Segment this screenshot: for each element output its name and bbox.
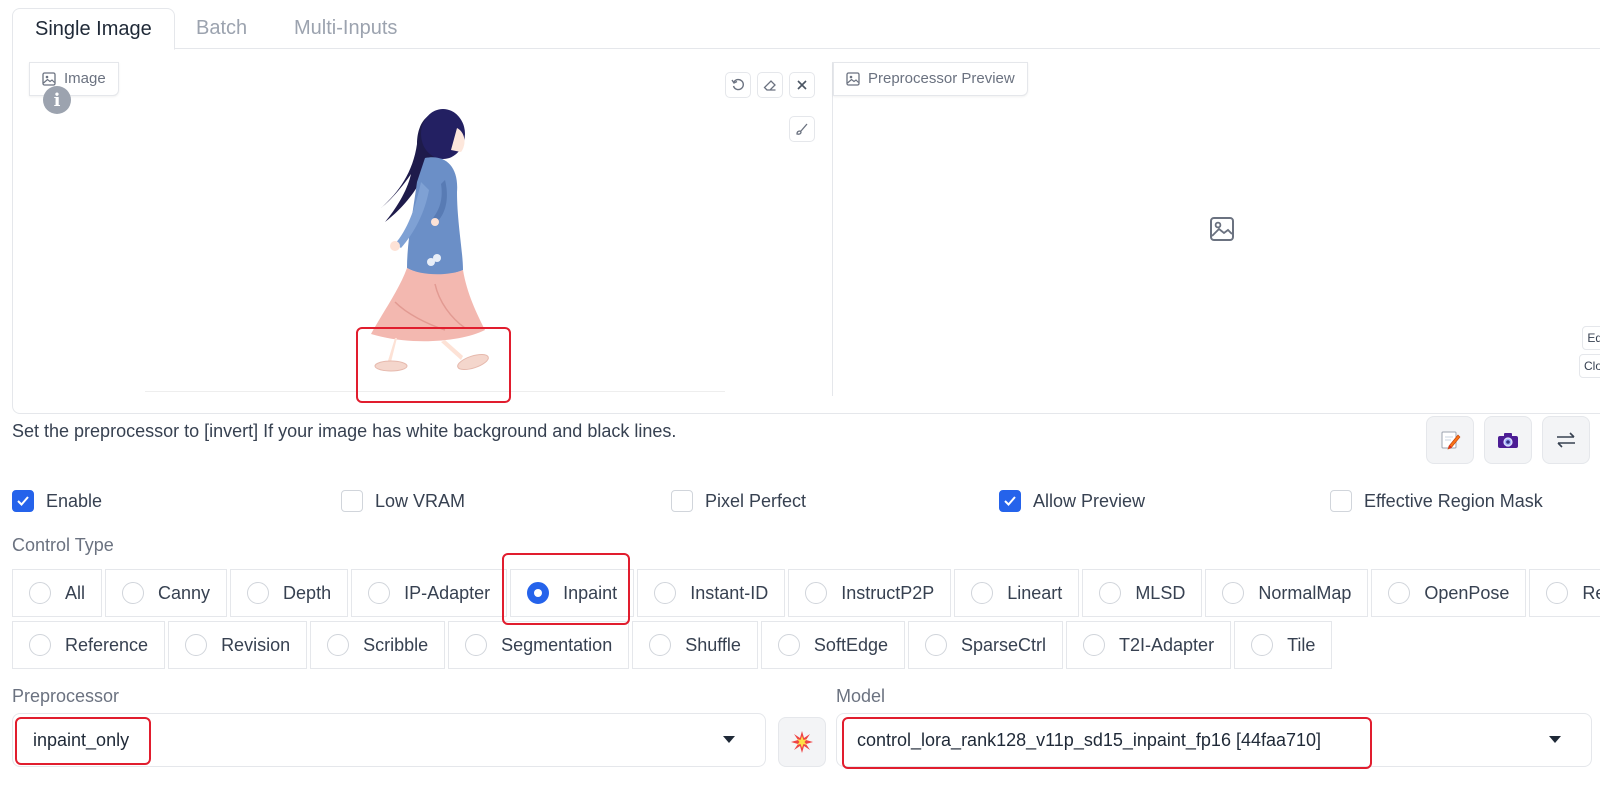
control-type-scribble[interactable]: Scribble (310, 621, 446, 669)
control-type-sparsectrl[interactable]: SparseCtrl (907, 621, 1064, 669)
tab-multi-inputs[interactable]: Multi-Inputs (272, 8, 419, 49)
control-type-softedge[interactable]: SoftEdge (760, 621, 905, 669)
tab-bar: Single Image Batch Multi-Inputs (12, 8, 1600, 50)
control-type-tile[interactable]: Tile (1234, 621, 1333, 669)
preprocessor-preview-box: Preprocessor Preview Edit Clos (833, 62, 1600, 396)
image-input-box[interactable]: Image i (29, 62, 833, 396)
preprocessor-preview-text: Preprocessor Preview (868, 70, 1015, 87)
preprocessor-preview-label: Preprocessor Preview (833, 62, 1028, 96)
control-type-openpose[interactable]: OpenPose (1371, 569, 1527, 617)
low-vram-checkbox[interactable]: Low VRAM (341, 488, 465, 514)
enable-checkbox-box[interactable] (12, 490, 34, 512)
preprocessor-hint: Set the preprocessor to [invert] If your… (12, 421, 677, 441)
control-type-instant-id[interactable]: Instant-ID (637, 569, 786, 617)
control-type-canny[interactable]: Canny (105, 569, 228, 617)
allow-preview-label: Allow Preview (1033, 490, 1146, 511)
enable-label: Enable (46, 490, 103, 511)
close-button[interactable]: Clos (1578, 354, 1600, 378)
image-icon (42, 72, 56, 86)
pixel-perfect-label: Pixel Perfect (705, 490, 807, 511)
camera-icon[interactable] (1484, 416, 1532, 464)
chevron-down-icon (723, 736, 735, 743)
preprocessor-label: Preprocessor (12, 686, 120, 706)
model-value: control_lora_rank128_v11p_sd15_inpaint_f… (857, 729, 1322, 750)
tab-batch[interactable]: Batch (174, 8, 269, 49)
brush-icon[interactable] (789, 116, 815, 142)
control-type-recolor[interactable]: Recol (1529, 569, 1600, 617)
walking-girl-illustration (371, 109, 489, 372)
control-type-shuffle[interactable]: Shuffle (632, 621, 758, 669)
effective-region-mask-label: Effective Region Mask (1364, 490, 1543, 511)
enable-checkbox[interactable]: Enable (12, 488, 102, 514)
run-preprocessor-button[interactable] (778, 717, 826, 767)
allow-preview-checkbox[interactable]: Allow Preview (999, 488, 1145, 514)
info-icon[interactable]: i (43, 86, 71, 114)
control-type-t2i-adapter[interactable]: T2I-Adapter (1066, 621, 1232, 669)
control-type-inpaint[interactable]: Inpaint (510, 569, 635, 617)
edit-button[interactable]: Edit (1582, 326, 1600, 350)
tab-single-image[interactable]: Single Image (12, 8, 175, 50)
edit-icon[interactable] (1426, 416, 1474, 464)
allow-preview-checkbox-box[interactable] (999, 490, 1021, 512)
control-type-row-2: Reference Revision Scribble Segmentation… (12, 621, 1335, 669)
control-type-lineart[interactable]: Lineart (954, 569, 1080, 617)
image-label-text: Image (64, 70, 106, 87)
effective-region-mask-checkbox[interactable]: Effective Region Mask (1330, 488, 1543, 514)
preprocessor-value: inpaint_only (33, 729, 130, 750)
control-type-mlsd[interactable]: MLSD (1082, 569, 1203, 617)
model-label: Model (836, 686, 886, 706)
close-icon[interactable] (789, 72, 815, 98)
control-type-revision[interactable]: Revision (168, 621, 308, 669)
image-panel-container: Image i Preprocessor Preview Edit Clos (12, 48, 1600, 414)
effective-region-mask-checkbox-box[interactable] (1330, 490, 1352, 512)
pixel-perfect-checkbox[interactable]: Pixel Perfect (671, 488, 806, 514)
preprocessor-dropdown[interactable]: inpaint_only (12, 713, 766, 767)
control-type-segmentation[interactable]: Segmentation (448, 621, 630, 669)
chevron-down-icon (1549, 736, 1561, 743)
image-canvas[interactable] (145, 62, 725, 392)
image-label: Image (29, 62, 119, 96)
control-type-reference[interactable]: Reference (12, 621, 166, 669)
low-vram-checkbox-box[interactable] (341, 490, 363, 512)
model-dropdown[interactable]: control_lora_rank128_v11p_sd15_inpaint_f… (836, 713, 1592, 767)
low-vram-label: Low VRAM (375, 490, 466, 511)
image-icon (846, 72, 860, 86)
eraser-icon[interactable] (757, 72, 783, 98)
undo-icon[interactable] (725, 72, 751, 98)
explosion-icon (791, 731, 813, 753)
control-type-row-1: All Canny Depth IP-Adapter Inpaint Insta… (12, 569, 1600, 617)
swap-icon[interactable] (1542, 416, 1590, 464)
pixel-perfect-checkbox-box[interactable] (671, 490, 693, 512)
control-type-instructp2p[interactable]: InstructP2P (788, 569, 952, 617)
control-type-depth[interactable]: Depth (230, 569, 349, 617)
control-type-normalmap[interactable]: NormalMap (1205, 569, 1369, 617)
control-type-label: Control Type (12, 535, 114, 555)
image-placeholder-icon (1210, 217, 1234, 241)
control-type-ip-adapter[interactable]: IP-Adapter (351, 569, 508, 617)
control-type-all[interactable]: All (12, 569, 103, 617)
